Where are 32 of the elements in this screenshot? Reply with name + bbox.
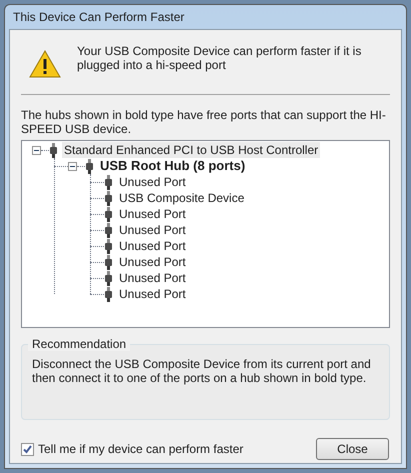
usb-plug-icon bbox=[104, 206, 113, 222]
collapse-toggle[interactable] bbox=[68, 162, 77, 170]
tree-item[interactable]: Unused Port bbox=[117, 222, 188, 238]
tree-item[interactable]: Standard Enhanced PCI to USB Host Controller bbox=[62, 142, 320, 158]
tree-item[interactable]: USB Composite Device bbox=[117, 190, 246, 206]
usb-plug-icon bbox=[104, 254, 113, 270]
checkbox[interactable] bbox=[21, 442, 34, 456]
tree-item[interactable]: Unused Port bbox=[117, 270, 188, 286]
checkmark-icon bbox=[23, 444, 32, 454]
tree-item[interactable]: Unused Port bbox=[117, 238, 188, 254]
group-title: Recommendation bbox=[28, 337, 130, 351]
recommendation-text: Disconnect the USB Composite Device from its current port and then connect it to one of the ports on a hub shown in bold type. bbox=[32, 357, 372, 385]
tree-item[interactable]: Unused Port bbox=[117, 206, 188, 222]
checkbox-label: Tell me if my device can perform faster bbox=[38, 441, 244, 458]
collapse-toggle[interactable] bbox=[32, 146, 41, 154]
usb-plug-icon bbox=[104, 286, 113, 302]
usb-plug-icon bbox=[104, 270, 113, 286]
hint-text: The hubs shown in bold type have free ports that can support the HI-SPEED USB device. bbox=[21, 108, 387, 136]
usb-plug-icon bbox=[49, 142, 58, 158]
tree-item[interactable]: Unused Port bbox=[117, 174, 188, 190]
usb-plug-icon bbox=[104, 222, 113, 238]
usb-plug-icon bbox=[104, 190, 113, 206]
usb-plug-icon bbox=[85, 158, 94, 174]
warning-message: Your USB Composite Device can perform faster if it is plugged into a hi-speed port bbox=[77, 44, 362, 72]
tree-item[interactable]: USB Root Hub (8 ports) bbox=[98, 158, 248, 174]
window-title: This Device Can Perform Faster bbox=[12, 9, 186, 26]
tree-item[interactable]: Unused Port bbox=[117, 254, 188, 270]
tree-item[interactable]: Unused Port bbox=[117, 286, 188, 302]
warning-icon bbox=[29, 50, 61, 78]
close-button[interactable]: Close bbox=[316, 438, 389, 460]
usb-plug-icon bbox=[104, 174, 113, 190]
usb-plug-icon bbox=[104, 238, 113, 254]
